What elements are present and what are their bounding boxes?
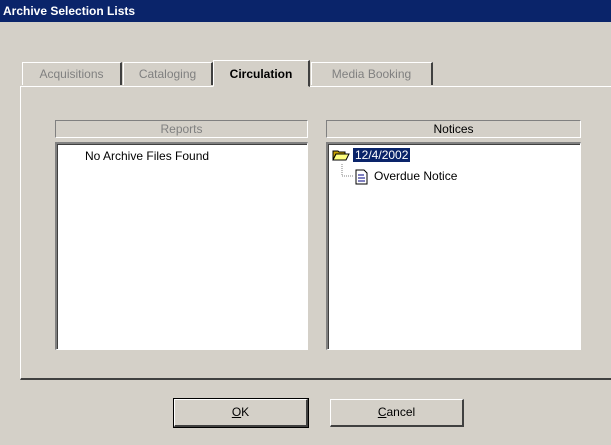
overdue-notice-label: Overdue Notice [374,169,458,183]
window-title-bar: Archive Selection Lists [0,0,611,22]
reports-list[interactable]: No Archive Files Found [55,142,308,350]
cancel-label-rest: ancel [386,405,416,419]
ok-mnemonic: O [231,405,242,419]
document-icon [355,169,369,188]
overdue-notice-node[interactable]: Overdue Notice [374,168,457,185]
open-folder-icon [332,148,350,165]
notices-header: Notices [326,120,581,138]
ok-label-rest: K [241,405,250,419]
cancel-button[interactable]: Cancel [330,399,464,427]
tab-cataloging[interactable]: Cataloging [123,62,213,85]
folder-date-label: 12/4/2002 [353,148,411,162]
reports-header: Reports [55,120,308,138]
notices-folder-node[interactable]: 12/4/2002 [353,147,411,164]
tab-media-booking[interactable]: Media Booking [311,62,433,85]
ok-button[interactable]: OK [173,398,309,428]
reports-empty-message: No Archive Files Found [85,149,210,163]
window-title: Archive Selection Lists [3,4,136,18]
tab-circulation[interactable]: Circulation [213,60,310,87]
notices-tree[interactable]: 12/4/2002 Overdue Notice [326,142,581,350]
tab-acquisitions[interactable]: Acquisitions [22,62,122,85]
